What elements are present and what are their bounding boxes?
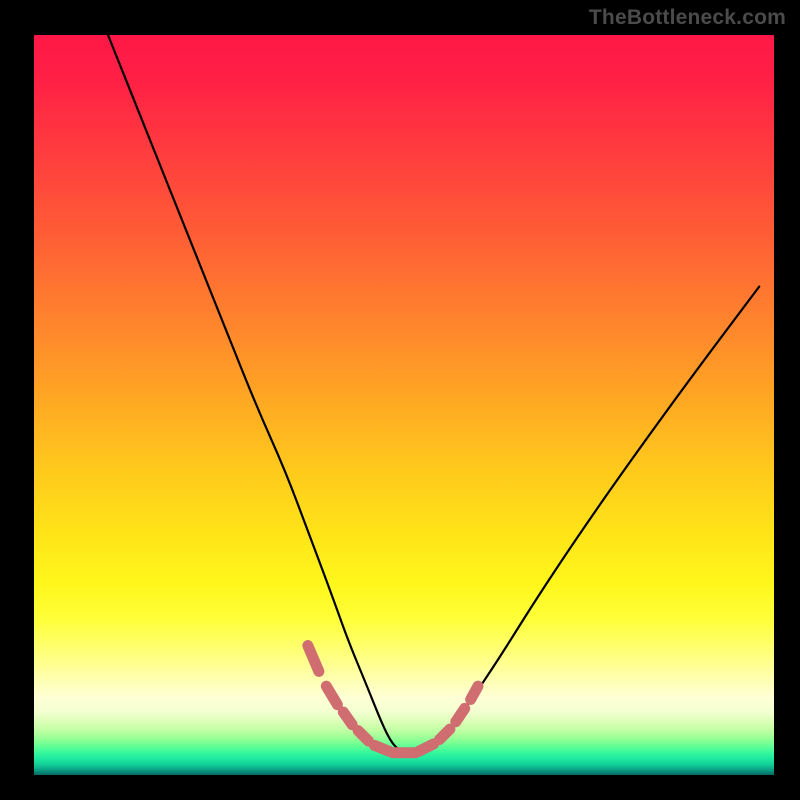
chart-frame: TheBottleneck.com (0, 0, 800, 800)
highlight-segment (374, 745, 389, 751)
watermark-text: TheBottleneck.com (589, 6, 786, 30)
highlight-segment (358, 731, 368, 741)
highlight-segment (471, 686, 478, 699)
highlight-segment (326, 686, 337, 705)
curve-layer (34, 35, 774, 775)
highlight-segment (308, 646, 319, 672)
highlight-markers (308, 646, 478, 753)
highlight-segment (456, 708, 465, 721)
plot-area (34, 35, 774, 775)
bottleneck-curve (108, 35, 759, 753)
highlight-segment (419, 744, 434, 751)
highlight-segment (343, 712, 352, 725)
highlight-segment (440, 729, 450, 739)
